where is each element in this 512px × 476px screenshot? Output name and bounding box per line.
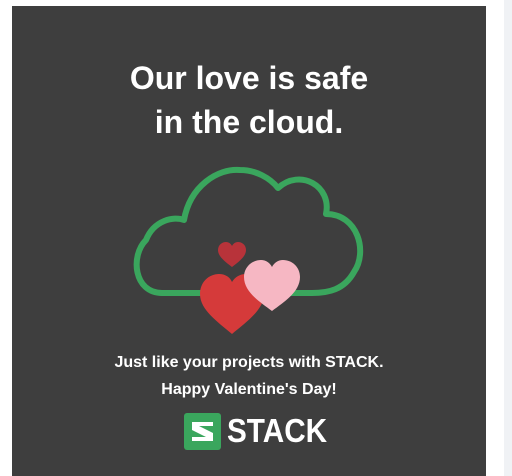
tagline-line-2: Happy Valentine's Day!	[161, 381, 337, 398]
tagline-line-1: Just like your projects with STACK.	[114, 354, 384, 371]
stack-logo-icon	[184, 412, 221, 450]
heart-icon-small	[218, 242, 246, 267]
brand-name: STACK	[227, 412, 328, 449]
headline-line-1: Our love is safe	[129, 60, 369, 96]
ad-image[interactable]: Our love is safe in the cloud. Just like…	[12, 6, 486, 476]
headline-line-2: in the cloud.	[154, 104, 344, 140]
tagline: Just like your projects with STACK. Happ…	[12, 349, 486, 403]
viewport: Our love is safe in the cloud. Just like…	[0, 0, 512, 476]
cloud-hearts-illustration	[133, 166, 364, 334]
brand-lockup: STACK	[184, 411, 338, 451]
headline: Our love is safe in the cloud.	[12, 56, 486, 144]
post-card: Our love is safe in the cloud. Just like…	[0, 0, 504, 476]
